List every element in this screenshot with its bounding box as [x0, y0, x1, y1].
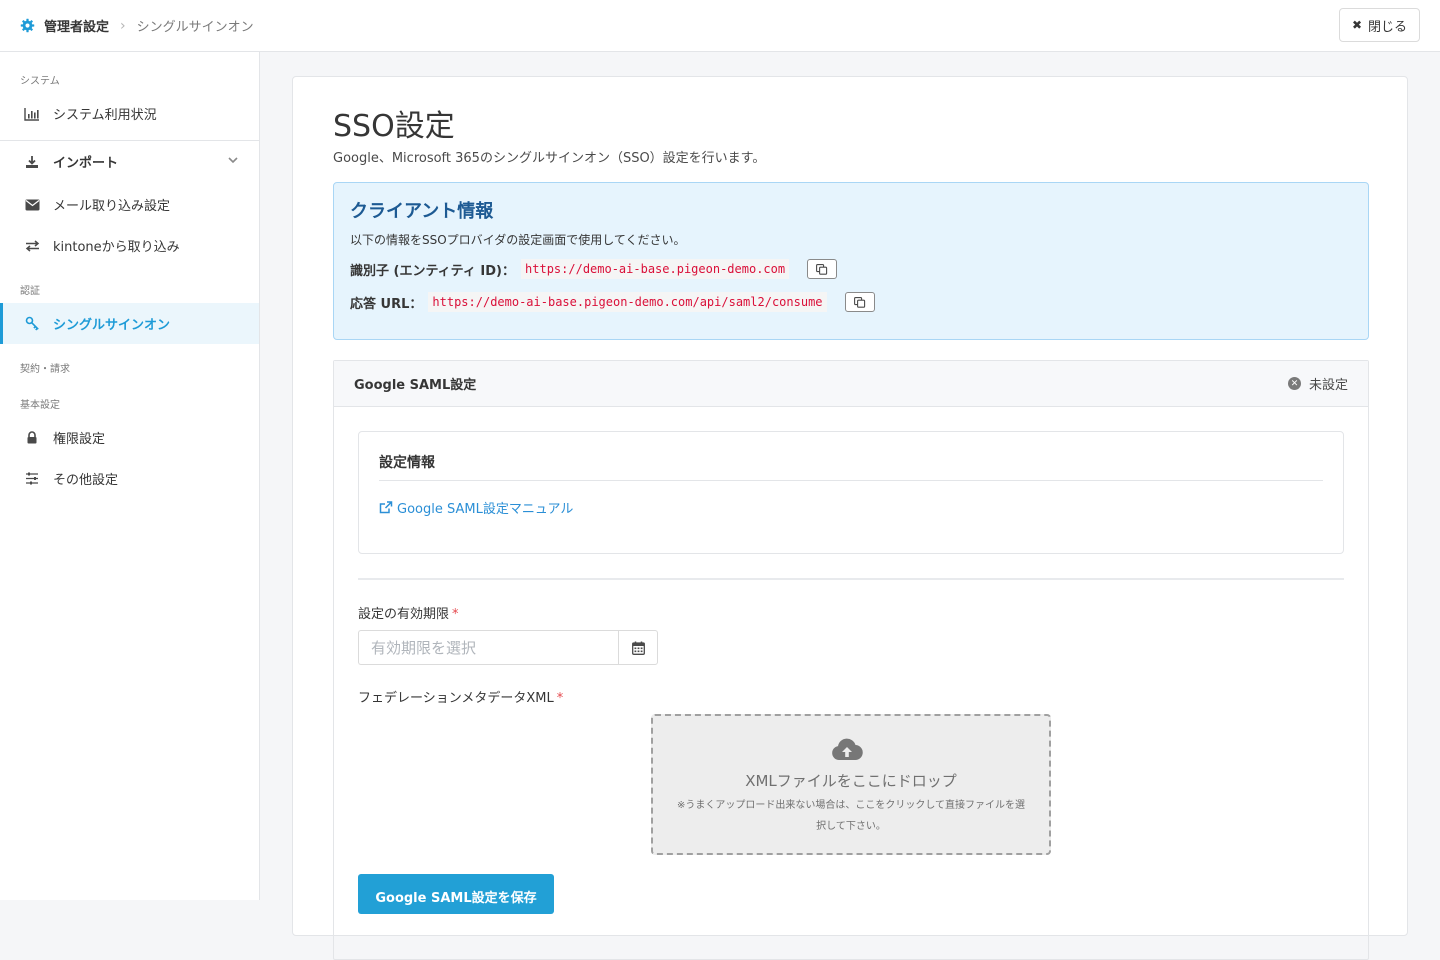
- sidebar-section-system: システム: [20, 76, 60, 87]
- entity-id-label: 識別子 (エンティティ ID)：: [350, 263, 516, 279]
- copy-entity-id-button[interactable]: [807, 259, 838, 279]
- copy-icon: [853, 296, 865, 308]
- sidebar-item-other[interactable]: その他設定: [0, 458, 259, 499]
- sidebar-section-basic: 基本設定: [20, 400, 60, 411]
- sidebar-item-sso[interactable]: シングルサインオン: [0, 303, 259, 344]
- breadcrumb-root[interactable]: 管理者設定: [44, 16, 109, 35]
- sidebar: システム システム利用状況 インポート メール取り込み設定 kintoneから取…: [0, 52, 260, 900]
- xml-dropzone[interactable]: XMLファイルをここにドロップ ※うまくアップロード出来ない場合は、ここをクリッ…: [651, 714, 1051, 855]
- reply-url-label: 応答 URL：: [350, 296, 423, 312]
- sidebar-item-label: 権限設定: [53, 432, 106, 447]
- google-saml-header: Google SAML設定 ✕ 未設定: [334, 361, 1368, 407]
- sidebar-item-label: インポート: [53, 156, 119, 171]
- expiry-label-text: 設定の有効期限: [358, 607, 450, 622]
- key-icon: [24, 316, 40, 332]
- client-info-box: クライアント情報 以下の情報をSSOプロバイダの設定画面で使用してください。 識…: [333, 182, 1369, 340]
- lock-icon: [24, 430, 40, 446]
- sidebar-item-usage[interactable]: システム利用状況: [0, 93, 259, 134]
- breadcrumb: 管理者設定 › シングルサインオン: [20, 16, 254, 35]
- calendar-button[interactable]: [618, 630, 658, 665]
- calendar-icon: [631, 641, 645, 655]
- close-button-label: 閉じる: [1368, 19, 1408, 35]
- external-link-icon: [379, 501, 393, 514]
- sidebar-item-import[interactable]: インポート: [0, 141, 259, 182]
- status-badge: ✕ 未設定: [1287, 374, 1348, 393]
- divider: [379, 480, 1323, 481]
- reply-url-row: 応答 URL： https://demo-ai-base.pigeon-demo…: [350, 292, 875, 312]
- client-info-description: 以下の情報をSSOプロバイダの設定画面で使用してください。: [350, 233, 686, 247]
- sidebar-section-contract: 契約・請求: [20, 364, 70, 375]
- google-saml-title: Google SAML設定: [354, 378, 477, 393]
- save-google-saml-button[interactable]: Google SAML設定を保存: [358, 874, 554, 914]
- sidebar-item-label: システム利用状況: [53, 108, 157, 123]
- expiry-label: 設定の有効期限 *: [358, 603, 459, 622]
- status-label: 未設定: [1308, 378, 1348, 393]
- section-divider: [358, 578, 1344, 580]
- google-saml-panel: Google SAML設定 ✕ 未設定 設定情報 Google SAML設定マニ…: [333, 360, 1369, 960]
- exchange-icon: [24, 238, 40, 254]
- settings-info-box: 設定情報 Google SAML設定マニュアル: [358, 431, 1344, 554]
- sidebar-section-auth: 認証: [20, 286, 40, 297]
- top-bar: 管理者設定 › シングルサインオン ✖ 閉じる: [0, 0, 1440, 52]
- breadcrumb-separator-icon: ›: [120, 17, 126, 34]
- cloud-upload-icon: [832, 738, 863, 761]
- required-mark: *: [452, 607, 459, 622]
- dropzone-main-text: XMLファイルをここにドロップ: [745, 772, 957, 790]
- x-circle-icon: ✕: [1287, 377, 1301, 390]
- entity-id-value[interactable]: https://demo-ai-base.pigeon-demo.com: [521, 259, 790, 279]
- page-title: SSO設定: [333, 109, 455, 144]
- copy-icon: [816, 263, 828, 275]
- entity-id-row: 識別子 (エンティティ ID)： https://demo-ai-base.pi…: [350, 259, 838, 279]
- sidebar-item-mail-import[interactable]: メール取り込み設定: [0, 184, 259, 225]
- sidebar-item-kintone-import[interactable]: kintoneから取り込み: [0, 225, 259, 266]
- sliders-icon: [24, 471, 40, 487]
- google-saml-manual-link[interactable]: Google SAML設定マニュアル: [379, 498, 573, 517]
- envelope-icon: [24, 197, 40, 213]
- reply-url-value[interactable]: https://demo-ai-base.pigeon-demo.com/api…: [428, 292, 827, 312]
- xml-label: フェデレーションメタデータXML *: [358, 687, 563, 706]
- chevron-down-icon[interactable]: [227, 154, 239, 166]
- sidebar-item-permissions[interactable]: 権限設定: [0, 417, 259, 458]
- close-button[interactable]: ✖ 閉じる: [1339, 8, 1420, 42]
- main-card: SSO設定 Google、Microsoft 365のシングルサインオン（SSO…: [292, 76, 1408, 960]
- xml-label-text: フェデレーションメタデータXML: [358, 691, 554, 706]
- download-icon: [24, 154, 40, 170]
- settings-info-heading: 設定情報: [379, 455, 435, 471]
- sidebar-item-label: メール取り込み設定: [53, 199, 171, 214]
- sidebar-item-label: その他設定: [53, 473, 119, 488]
- required-mark: *: [556, 691, 564, 706]
- expiry-date-input[interactable]: [358, 630, 619, 665]
- sidebar-item-label: kintoneから取り込み: [53, 240, 180, 255]
- gear-icon: [20, 18, 35, 33]
- close-icon: ✖: [1351, 18, 1363, 32]
- breadcrumb-current: シングルサインオン: [136, 20, 254, 35]
- copy-reply-url-button[interactable]: [844, 292, 875, 312]
- sidebar-item-label: シングルサインオン: [53, 318, 171, 333]
- page-description: Google、Microsoft 365のシングルサインオン（SSO）設定を行い…: [333, 151, 766, 166]
- manual-link-label: Google SAML設定マニュアル: [397, 502, 574, 517]
- client-info-heading: クライアント情報: [350, 201, 494, 222]
- dropzone-sub-text: ※うまくアップロード出来ない場合は、ここをクリックして直接ファイルを選択して下さ…: [676, 800, 1026, 832]
- bar-chart-icon: [24, 106, 40, 122]
